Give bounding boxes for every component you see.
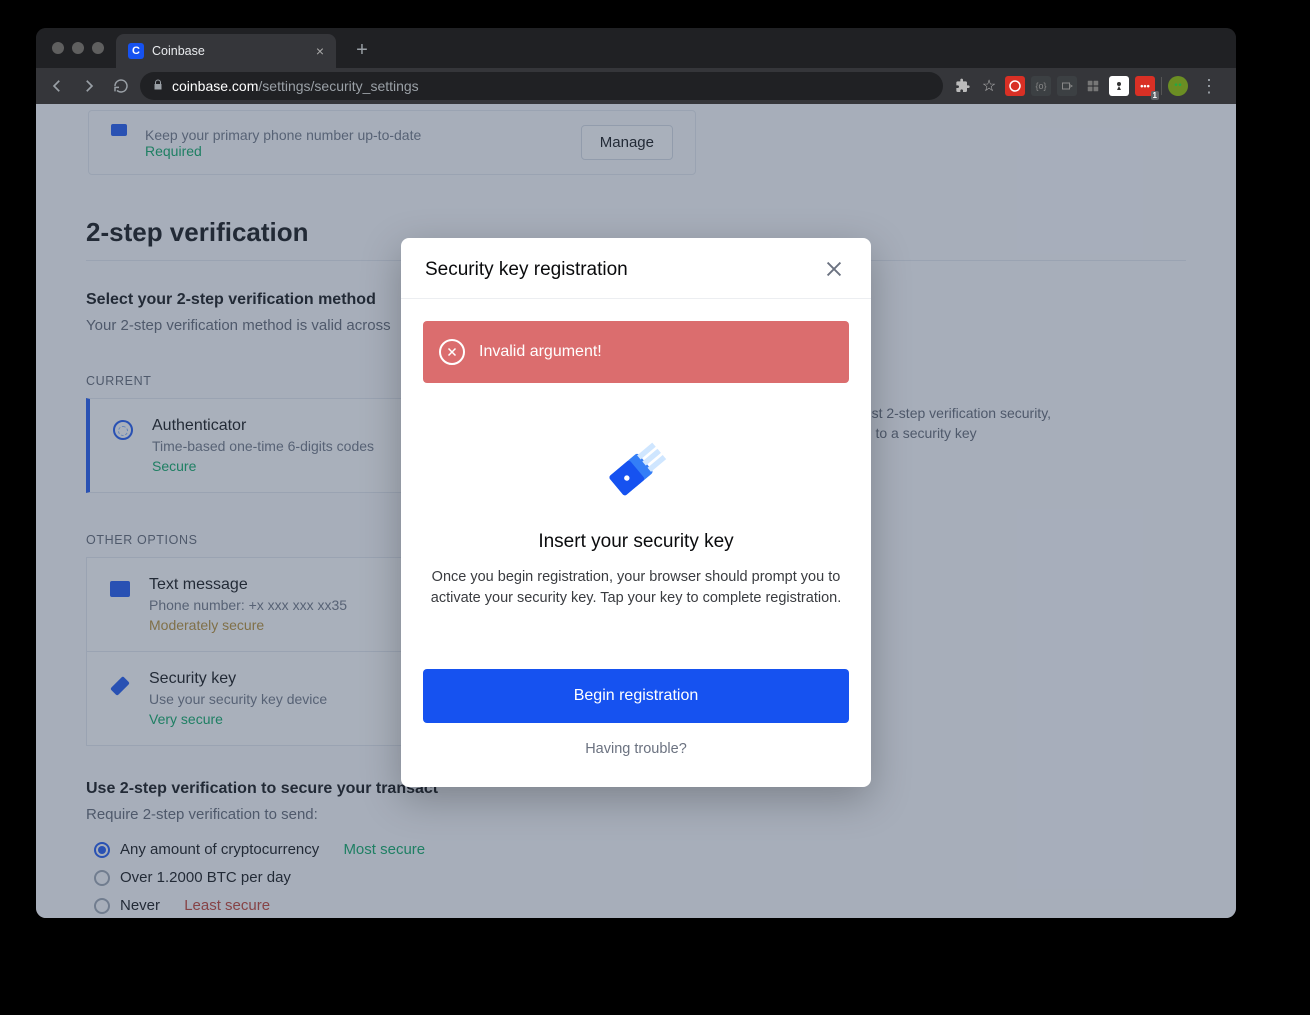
security-key-modal: Security key registration Invalid argume… [401,238,871,787]
close-tab-icon[interactable]: × [316,43,324,59]
extensions-icon[interactable] [953,76,973,96]
new-tab-button[interactable]: + [348,36,376,64]
extension-icon[interactable] [1109,76,1129,96]
modal-header: Security key registration [401,238,871,299]
modal-heading: Insert your security key [423,531,849,553]
browser-menu-icon[interactable]: ⋮ [1194,76,1224,97]
begin-registration-button[interactable]: Begin registration [423,669,849,723]
bookmark-star-icon[interactable]: ☆ [979,76,999,96]
lock-icon [152,78,164,94]
having-trouble-link[interactable]: Having trouble? [423,741,849,757]
extension-icon[interactable]: •••1 [1135,76,1155,96]
address-bar[interactable]: coinbase.com/settings/security_settings [140,72,943,100]
modal-body-text: Once you begin registration, your browse… [423,567,849,609]
extension-icon[interactable] [1083,76,1103,96]
reload-button[interactable] [106,71,136,101]
profile-avatar[interactable] [1168,76,1188,96]
url-text: coinbase.com/settings/security_settings [172,78,419,94]
forward-button[interactable] [74,71,104,101]
extensions-area: ☆ {o} •••1 ⋮ [947,76,1230,97]
tab-strip: C Coinbase × + [36,28,1236,68]
extension-icon[interactable] [1005,76,1025,96]
tab-title: Coinbase [152,44,308,58]
page-viewport: Keep your primary phone number up-to-dat… [36,104,1236,918]
close-window-icon[interactable] [52,42,64,54]
maximize-window-icon[interactable] [92,42,104,54]
minimize-window-icon[interactable] [72,42,84,54]
browser-tab[interactable]: C Coinbase × [116,34,336,68]
back-button[interactable] [42,71,72,101]
modal-title: Security key registration [425,259,628,281]
separator [1161,77,1162,95]
security-key-illustration [423,423,849,513]
browser-toolbar: coinbase.com/settings/security_settings … [36,68,1236,104]
error-banner: Invalid argument! [423,321,849,383]
tab-favicon: C [128,43,144,59]
window-controls[interactable] [52,42,104,54]
error-icon [439,339,465,365]
error-text: Invalid argument! [479,343,602,361]
extension-icon[interactable] [1057,76,1077,96]
browser-window: C Coinbase × + coinbase.com/settings/sec… [36,28,1236,918]
close-button[interactable] [823,258,847,282]
extension-icon[interactable]: {o} [1031,76,1051,96]
